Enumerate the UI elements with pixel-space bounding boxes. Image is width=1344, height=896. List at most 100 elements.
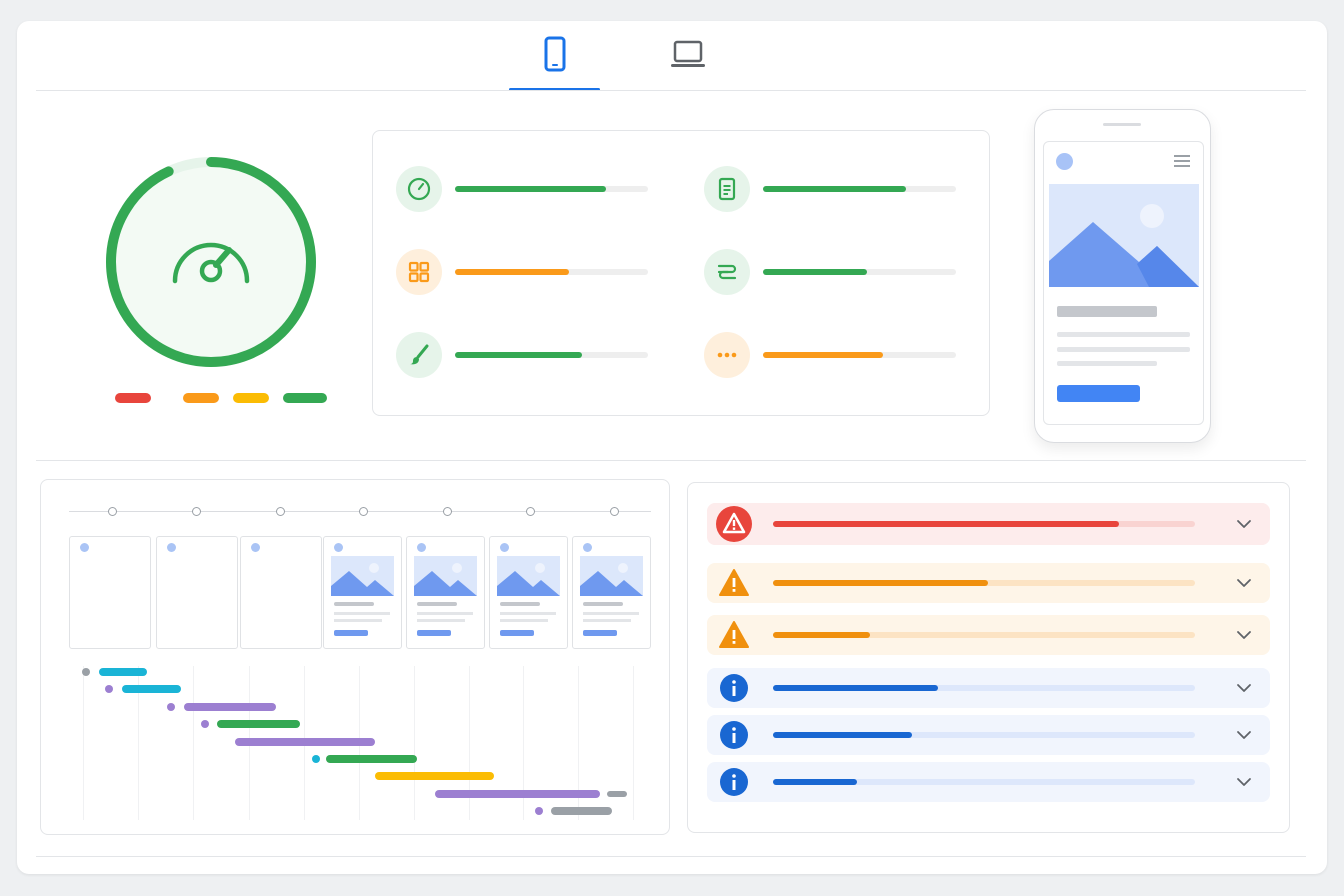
- phone-speaker: [1103, 123, 1141, 126]
- document-icon: [704, 166, 750, 212]
- text-line-placeholder: [1057, 347, 1190, 352]
- timer-icon: [396, 166, 442, 212]
- load-timeline-card: [40, 479, 670, 835]
- waterfall-bar[interactable]: [375, 772, 494, 781]
- timeline-tick: [276, 507, 285, 516]
- waterfall-bar[interactable]: [551, 807, 612, 816]
- tabs-divider: [36, 90, 1306, 91]
- issue-severity-track: [773, 732, 1195, 738]
- gauge-legend-swatch: [283, 393, 327, 403]
- waterfall-bar-tail: [607, 790, 627, 797]
- waterfall-bar[interactable]: [184, 702, 276, 711]
- frame-button: [417, 630, 451, 636]
- frame-text-line: [417, 612, 473, 615]
- report-window: [17, 21, 1327, 874]
- metric-row: [396, 166, 648, 212]
- tab-desktop[interactable]: [647, 21, 729, 91]
- frame-headline: [334, 602, 374, 606]
- filmstrip-frame[interactable]: [572, 536, 651, 649]
- tab-mobile[interactable]: [509, 21, 600, 91]
- frame-button: [500, 630, 534, 636]
- frame-text-line: [583, 612, 639, 615]
- waterfall-bar[interactable]: [122, 685, 181, 694]
- audit-issues-card: [687, 482, 1290, 833]
- hero-image-placeholder-icon: [1049, 184, 1199, 292]
- issue-severity-fill: [773, 732, 913, 738]
- warning-triangle-icon: [716, 620, 752, 650]
- frame-avatar: [500, 543, 509, 552]
- text-line-placeholder: [1057, 332, 1190, 337]
- waterfall-dot: [535, 807, 543, 816]
- info-circle-icon: [716, 768, 752, 796]
- chevron-down-icon[interactable]: [1232, 512, 1256, 536]
- waterfall-dot: [167, 702, 175, 711]
- cta-button-placeholder: [1057, 385, 1140, 402]
- chevron-down-icon[interactable]: [1232, 723, 1256, 747]
- phone-screen: [1043, 141, 1204, 425]
- more-icon: [704, 332, 750, 378]
- filmstrip-frame[interactable]: [323, 536, 402, 649]
- filmstrip-frame[interactable]: [489, 536, 568, 649]
- waterfall-bar[interactable]: [99, 668, 147, 676]
- text-line-placeholder: [1057, 361, 1157, 366]
- gauge-legend-swatch: [115, 393, 151, 403]
- timeline-tick: [526, 507, 535, 516]
- waterfall-bar[interactable]: [235, 737, 375, 746]
- mobile-screenshot-preview: [1034, 109, 1211, 443]
- waterfall-bar[interactable]: [326, 755, 417, 763]
- frame-text-line: [334, 619, 382, 622]
- issue-row[interactable]: [707, 715, 1270, 755]
- metric-bar-track: [455, 269, 648, 275]
- waterfall-bar[interactable]: [435, 789, 600, 798]
- waterfall-gridline: [414, 666, 415, 820]
- waterfall-dot: [82, 668, 90, 676]
- metric-bar-fill: [763, 186, 906, 192]
- metric-bar-track: [455, 352, 648, 358]
- info-circle-icon: [716, 721, 752, 749]
- frame-avatar: [417, 543, 426, 552]
- issue-row[interactable]: [707, 615, 1270, 655]
- filmstrip-frame[interactable]: [240, 536, 322, 649]
- issue-row[interactable]: [707, 503, 1270, 545]
- avatar: [1056, 153, 1073, 170]
- waterfall-gridline: [193, 666, 194, 820]
- issue-severity-fill: [773, 521, 1120, 527]
- chevron-down-icon[interactable]: [1232, 571, 1256, 595]
- frame-image-icon: [331, 556, 394, 601]
- issue-severity-fill: [773, 580, 989, 586]
- filmstrip-frame[interactable]: [69, 536, 151, 649]
- metric-row: [396, 249, 648, 295]
- timeline-tick: [359, 507, 368, 516]
- hamburger-menu-icon: [1174, 155, 1190, 173]
- issue-severity-track: [773, 521, 1195, 527]
- metric-row: [704, 166, 956, 212]
- metric-bar-track: [763, 186, 956, 192]
- waterfall-dot: [312, 755, 320, 763]
- frame-avatar: [167, 543, 176, 552]
- waterfall-dot: [105, 685, 113, 694]
- frame-headline: [500, 602, 540, 606]
- laptop-icon: [670, 38, 706, 75]
- issue-row[interactable]: [707, 668, 1270, 708]
- filmstrip-frame[interactable]: [406, 536, 485, 649]
- frame-button: [583, 630, 617, 636]
- metrics-card: [372, 130, 990, 416]
- chevron-down-icon[interactable]: [1232, 770, 1256, 794]
- filmstrip-frame[interactable]: [156, 536, 238, 649]
- layout-shift-icon: [704, 249, 750, 295]
- speedometer-icon: [167, 223, 255, 298]
- waterfall-bar[interactable]: [217, 720, 300, 729]
- metric-row: [396, 332, 648, 378]
- info-circle-icon: [716, 674, 752, 702]
- metric-bar-track: [455, 186, 648, 192]
- issue-row[interactable]: [707, 563, 1270, 603]
- issue-severity-track: [773, 632, 1195, 638]
- error-alert-icon: [716, 506, 752, 542]
- issue-row[interactable]: [707, 762, 1270, 802]
- chevron-down-icon[interactable]: [1232, 676, 1256, 700]
- warning-triangle-icon: [716, 568, 752, 598]
- chevron-down-icon[interactable]: [1232, 623, 1256, 647]
- frame-text-line: [500, 619, 548, 622]
- metric-row: [704, 332, 956, 378]
- metric-bar-fill: [763, 352, 883, 358]
